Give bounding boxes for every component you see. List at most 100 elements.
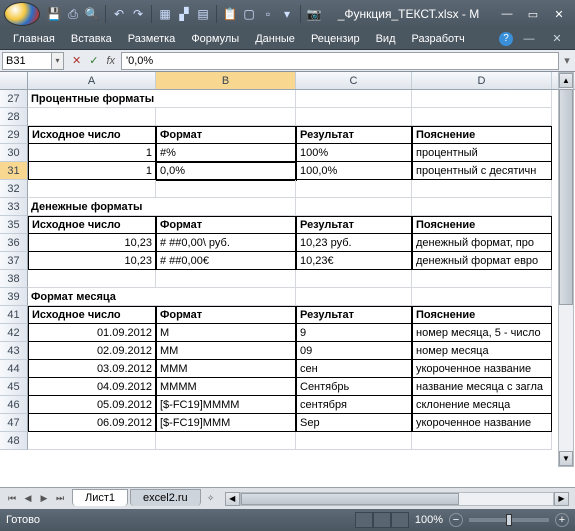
new-sheet-icon[interactable]: ✧ bbox=[203, 491, 219, 507]
ribbon-tab-developer[interactable]: Разработч bbox=[405, 30, 472, 48]
cell[interactable]: укороченное название bbox=[412, 414, 552, 432]
cell[interactable]: Формат bbox=[156, 216, 296, 234]
cell[interactable] bbox=[156, 108, 296, 126]
row-header[interactable]: 29 bbox=[0, 126, 28, 144]
cell[interactable]: Формат месяца bbox=[28, 288, 296, 306]
cell[interactable]: процентный bbox=[412, 144, 552, 162]
tab-first-icon[interactable]: ⏮ bbox=[4, 491, 20, 507]
cell[interactable]: 09 bbox=[296, 342, 412, 360]
row-header[interactable]: 45 bbox=[0, 378, 28, 396]
row-header[interactable]: 38 bbox=[0, 270, 28, 288]
view-normal-icon[interactable] bbox=[355, 512, 373, 528]
row-header[interactable]: 33 bbox=[0, 198, 28, 216]
cell[interactable]: М bbox=[156, 324, 296, 342]
zoom-thumb[interactable] bbox=[506, 514, 512, 526]
ribbon-tab-formulas[interactable]: Формулы bbox=[184, 30, 246, 48]
cell[interactable]: Пояснение bbox=[412, 216, 552, 234]
cell[interactable]: 1 bbox=[28, 144, 156, 162]
hscroll-left[interactable]: ◀ bbox=[225, 492, 240, 506]
cell[interactable]: Результат bbox=[296, 306, 412, 324]
qat-icon[interactable]: ▢ bbox=[241, 6, 257, 22]
cell[interactable]: Пояснение bbox=[412, 306, 552, 324]
enter-icon[interactable]: ✓ bbox=[89, 54, 98, 67]
cell[interactable]: 9 bbox=[296, 324, 412, 342]
cell[interactable] bbox=[296, 288, 412, 306]
cell[interactable]: # ##0,00\ руб. bbox=[156, 234, 296, 252]
cell[interactable] bbox=[156, 432, 296, 450]
ribbon-close-button[interactable]: ✕ bbox=[545, 30, 569, 48]
row-header[interactable]: 30 bbox=[0, 144, 28, 162]
redo-icon[interactable]: ↷ bbox=[130, 6, 146, 22]
row-header[interactable]: 44 bbox=[0, 360, 28, 378]
qat-icon[interactable]: ▦ bbox=[157, 6, 173, 22]
cell[interactable] bbox=[28, 180, 156, 198]
cell[interactable]: Денежные форматы bbox=[28, 198, 296, 216]
row-header[interactable]: 31 bbox=[0, 162, 28, 180]
cell[interactable]: номер месяца bbox=[412, 342, 552, 360]
qat-icon[interactable]: ▫ bbox=[260, 6, 276, 22]
cell[interactable]: Исходное число bbox=[28, 126, 156, 144]
cell[interactable]: 05.09.2012 bbox=[28, 396, 156, 414]
qat-icon[interactable]: ▾ bbox=[279, 6, 295, 22]
row-header[interactable]: 32 bbox=[0, 180, 28, 198]
cell[interactable]: 100,0% bbox=[296, 162, 412, 180]
row-header[interactable]: 42 bbox=[0, 324, 28, 342]
cell[interactable]: 06.09.2012 bbox=[28, 414, 156, 432]
cell[interactable]: 03.09.2012 bbox=[28, 360, 156, 378]
name-box-dropdown[interactable]: ▾ bbox=[52, 52, 64, 70]
cell[interactable] bbox=[28, 108, 156, 126]
cell[interactable]: склонение месяца bbox=[412, 396, 552, 414]
cell[interactable] bbox=[28, 270, 156, 288]
formula-input[interactable]: '0,0% bbox=[121, 52, 559, 70]
cell[interactable]: ММММ bbox=[156, 378, 296, 396]
vscroll-up[interactable]: ▲ bbox=[559, 73, 573, 88]
office-button[interactable] bbox=[4, 2, 40, 26]
camera-icon[interactable]: 📷 bbox=[306, 6, 322, 22]
formula-bar-expand[interactable]: ▾ bbox=[559, 54, 575, 67]
name-box[interactable]: B31 bbox=[2, 52, 52, 70]
cell[interactable] bbox=[28, 432, 156, 450]
zoom-in-icon[interactable]: + bbox=[555, 513, 569, 527]
ribbon-minimize-button[interactable]: — bbox=[517, 30, 541, 48]
col-header-d[interactable]: D bbox=[412, 72, 552, 89]
ribbon-tab-data[interactable]: Данные bbox=[248, 30, 302, 48]
cell[interactable]: процентный с десятичн bbox=[412, 162, 552, 180]
cell[interactable]: 04.09.2012 bbox=[28, 378, 156, 396]
cell[interactable]: Исходное число bbox=[28, 306, 156, 324]
view-layout-icon[interactable] bbox=[373, 512, 391, 528]
vertical-scrollbar[interactable]: ▲ ▼ bbox=[558, 72, 574, 467]
row-header[interactable]: 28 bbox=[0, 108, 28, 126]
row-header[interactable]: 36 bbox=[0, 234, 28, 252]
view-break-icon[interactable] bbox=[391, 512, 409, 528]
row-header[interactable]: 35 bbox=[0, 216, 28, 234]
row-header[interactable]: 46 bbox=[0, 396, 28, 414]
ribbon-tab-insert[interactable]: Вставка bbox=[64, 30, 119, 48]
maximize-button[interactable]: ▭ bbox=[521, 5, 545, 23]
paste-icon[interactable]: 📋 bbox=[222, 6, 238, 22]
vscroll-thumb[interactable] bbox=[559, 89, 573, 305]
select-all-corner[interactable] bbox=[0, 72, 28, 89]
cell[interactable]: номер месяца, 5 - число bbox=[412, 324, 552, 342]
cell[interactable] bbox=[296, 108, 412, 126]
cell[interactable]: Sep bbox=[296, 414, 412, 432]
cell[interactable]: #% bbox=[156, 144, 296, 162]
cell[interactable]: денежный формат евро bbox=[412, 252, 552, 270]
cell[interactable] bbox=[156, 180, 296, 198]
zoom-level[interactable]: 100% bbox=[415, 514, 443, 526]
cell[interactable]: Процентные форматы bbox=[28, 90, 296, 108]
col-header-a[interactable]: A bbox=[28, 72, 156, 89]
cell[interactable]: сентября bbox=[296, 396, 412, 414]
vscroll-down[interactable]: ▼ bbox=[559, 451, 573, 466]
fx-icon[interactable]: fx bbox=[106, 55, 115, 67]
row-header[interactable]: 39 bbox=[0, 288, 28, 306]
qat-icon[interactable]: ▞ bbox=[176, 6, 192, 22]
col-header-c[interactable]: C bbox=[296, 72, 412, 89]
undo-icon[interactable]: ↶ bbox=[111, 6, 127, 22]
cell[interactable] bbox=[156, 270, 296, 288]
cell[interactable]: [$-FC19]МММ bbox=[156, 414, 296, 432]
sheet-tab-active[interactable]: Лист1 bbox=[72, 489, 128, 506]
hscroll-track[interactable] bbox=[240, 492, 554, 506]
ribbon-tab-home[interactable]: Главная bbox=[6, 30, 62, 48]
save-icon[interactable]: 💾 bbox=[46, 6, 62, 22]
row-header[interactable]: 43 bbox=[0, 342, 28, 360]
